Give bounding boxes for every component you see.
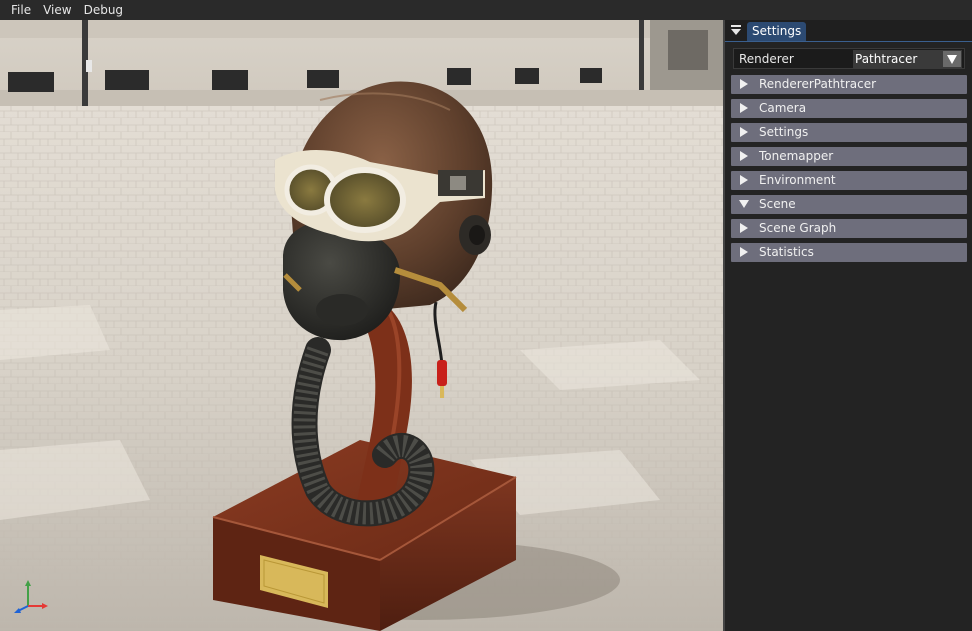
menu-bar: File View Debug [0, 0, 972, 20]
section-renderer-pathtracer[interactable]: RendererPathtracer [731, 75, 967, 94]
section-label: Scene [759, 197, 796, 211]
render-viewport[interactable] [0, 20, 723, 631]
section-label: Camera [759, 101, 807, 115]
section-camera[interactable]: Camera [731, 99, 967, 118]
section-label: Statistics [759, 245, 814, 259]
triangle-right-icon [740, 175, 748, 185]
triangle-down-icon[interactable] [729, 23, 743, 37]
chevron-down-icon [947, 55, 957, 64]
section-label: Settings [759, 125, 809, 139]
section-settings[interactable]: Settings [731, 123, 967, 142]
section-label: RendererPathtracer [759, 77, 877, 91]
panel-header: Settings [725, 20, 972, 42]
section-statistics[interactable]: Statistics [731, 243, 967, 262]
triangle-right-icon [740, 103, 748, 113]
app-window: File View Debug Settings Renderer Pathtr… [0, 0, 972, 631]
renderer-value: Pathtracer [855, 52, 918, 66]
triangle-down-icon [739, 200, 749, 208]
section-tonemapper[interactable]: Tonemapper [731, 147, 967, 166]
section-scene-graph[interactable]: Scene Graph [731, 219, 967, 238]
renderer-row: Renderer Pathtracer [733, 48, 965, 69]
section-label: Scene Graph [759, 221, 837, 235]
triangle-right-icon [740, 223, 748, 233]
renderer-select[interactable]: Pathtracer [853, 50, 962, 68]
menu-debug[interactable]: Debug [78, 0, 129, 20]
tab-settings[interactable]: Settings [747, 22, 807, 41]
triangle-right-icon [740, 151, 748, 161]
settings-panel: Settings Renderer Pathtracer RendererPat… [725, 20, 972, 631]
section-label: Environment [759, 173, 836, 187]
triangle-right-icon [740, 127, 748, 137]
section-environment[interactable]: Environment [731, 171, 967, 190]
triangle-right-icon [740, 79, 748, 89]
xyz-axis-gizmo [14, 580, 48, 613]
section-label: Tonemapper [759, 149, 834, 163]
section-scene[interactable]: Scene [731, 195, 967, 214]
menu-file[interactable]: File [5, 0, 37, 20]
renderer-label: Renderer [739, 52, 794, 66]
renderer-dropdown-button[interactable] [943, 51, 961, 67]
triangle-right-icon [740, 247, 748, 257]
menu-view[interactable]: View [37, 0, 77, 20]
